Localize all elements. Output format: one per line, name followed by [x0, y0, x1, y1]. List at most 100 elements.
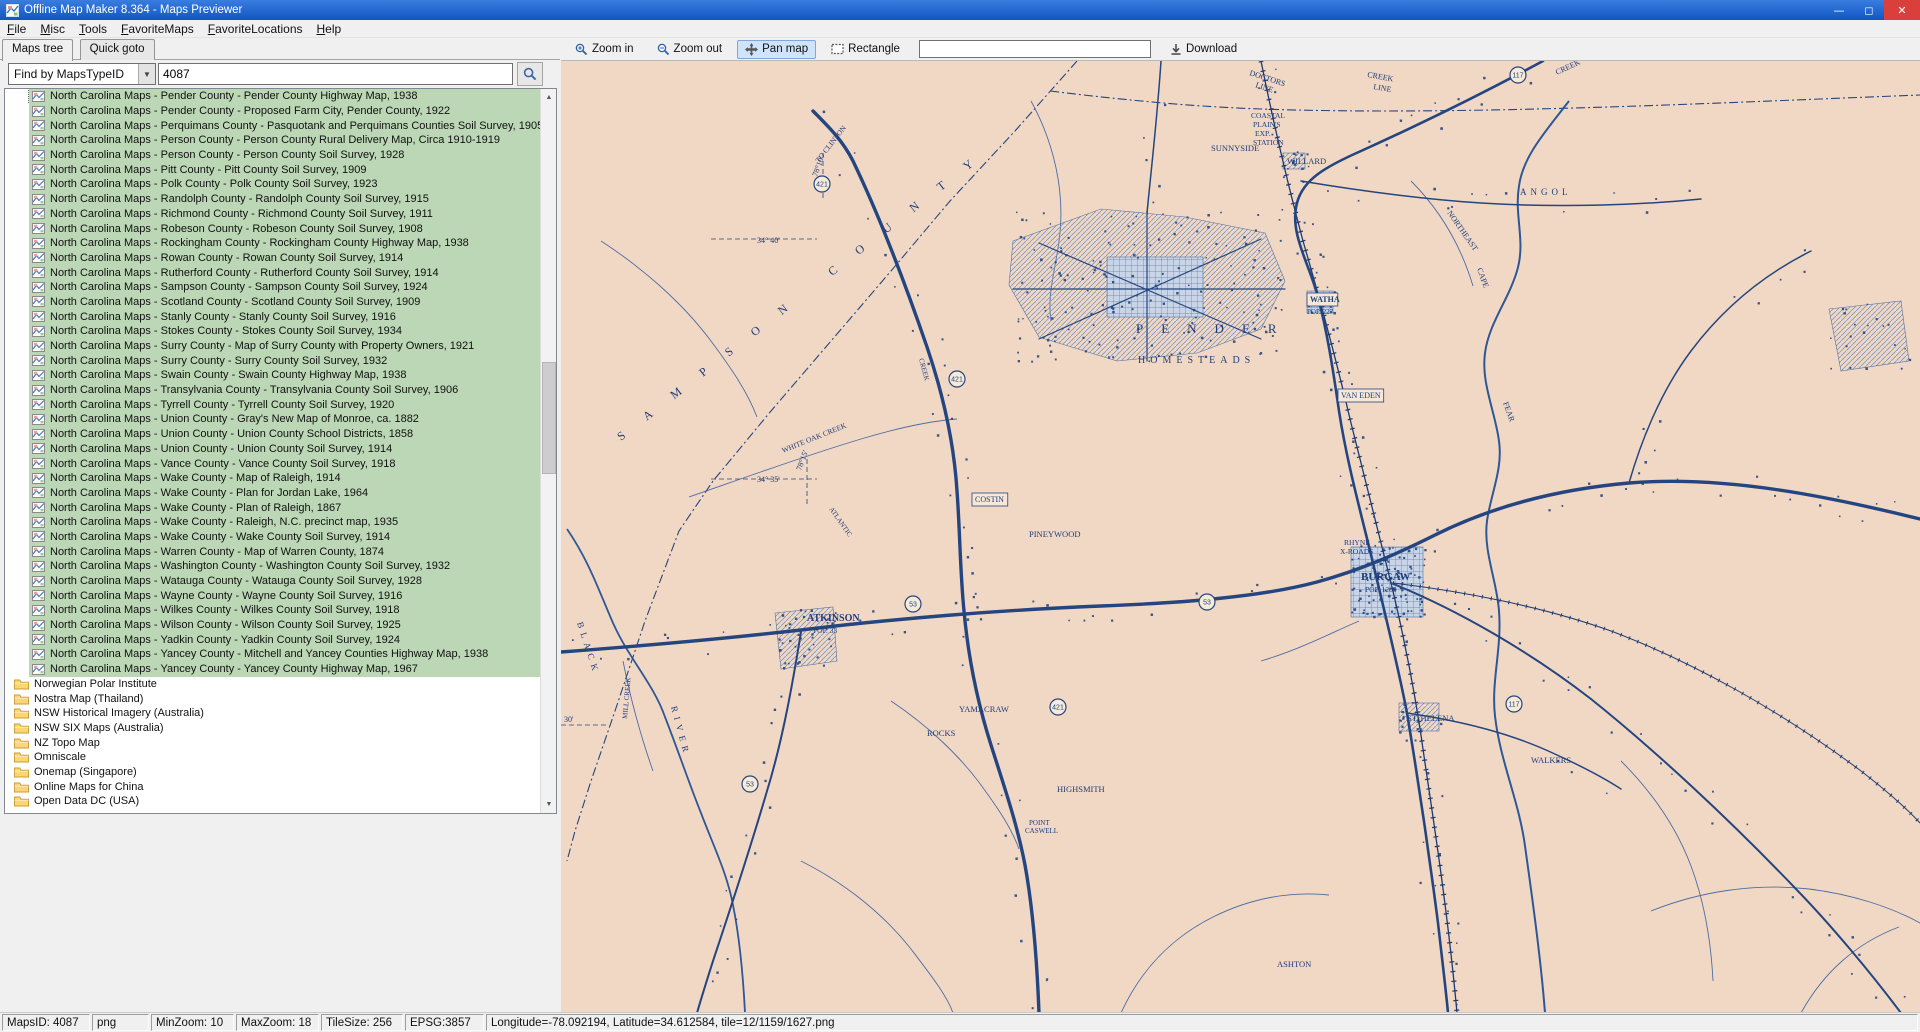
tree-item-map[interactable]: North Carolina Maps - Person County - Pe…: [5, 148, 541, 163]
tree-item-map[interactable]: North Carolina Maps - Union County - Uni…: [5, 427, 541, 442]
tree-item-folder[interactable]: Open Data DC (USA): [5, 794, 541, 809]
tree-item-folder[interactable]: NSW SIX Maps (Australia): [5, 721, 541, 736]
tree-item-map[interactable]: North Carolina Maps - Transylvania Count…: [5, 383, 541, 398]
folder-icon: [14, 707, 29, 719]
tab-quick-goto[interactable]: Quick goto: [80, 39, 155, 60]
menu-item-misc[interactable]: Misc: [33, 21, 72, 37]
maximize-button[interactable]: ◻: [1854, 0, 1884, 20]
search-icon: [523, 67, 537, 81]
tree-item-map[interactable]: North Carolina Maps - Warren County - Ma…: [5, 544, 541, 559]
tree-item-map[interactable]: North Carolina Maps - Surry County - Sur…: [5, 353, 541, 368]
tree-item-folder[interactable]: Nostra Map (Thailand): [5, 691, 541, 706]
tree-item-map[interactable]: North Carolina Maps - Surry County - Map…: [5, 339, 541, 354]
pan-map-button[interactable]: Pan map: [737, 40, 816, 59]
svg-text:PLAIN'S: PLAIN'S: [1253, 120, 1281, 129]
tree-item-folder[interactable]: Onemap (Singapore): [5, 765, 541, 780]
tree-item-map[interactable]: North Carolina Maps - Washington County …: [5, 559, 541, 574]
map-item-icon: [32, 208, 45, 219]
toolbar-path-input[interactable]: [919, 40, 1151, 58]
tree-item-map[interactable]: North Carolina Maps - Robeson County - R…: [5, 221, 541, 236]
tree-item-map[interactable]: North Carolina Maps - Wake County - Wake…: [5, 530, 541, 545]
tree-item-folder[interactable]: Norwegian Polar Institute: [5, 677, 541, 692]
tree-item-folder[interactable]: NSW Historical Imagery (Australia): [5, 706, 541, 721]
find-mode-dropdown[interactable]: Find by MapsTypeID ▼: [8, 63, 156, 85]
search-button[interactable]: [517, 62, 543, 86]
tree-item-map[interactable]: North Carolina Maps - Watauga County - W…: [5, 574, 541, 589]
tree-item-map[interactable]: North Carolina Maps - Wake County - Map …: [5, 471, 541, 486]
tree-item-folder[interactable]: Online Maps for China: [5, 779, 541, 794]
tree-item-label: North Carolina Maps - Watauga County - W…: [50, 575, 422, 587]
folder-icon: [14, 751, 29, 763]
tree-item-label: North Carolina Maps - Wilson County - Wi…: [50, 619, 401, 631]
tree-item-map[interactable]: North Carolina Maps - Rowan County - Row…: [5, 251, 541, 266]
tree-item-map[interactable]: North Carolina Maps - Rockingham County …: [5, 236, 541, 251]
status-segment: MaxZoom: 18: [236, 1014, 319, 1031]
svg-text:421: 421: [951, 377, 963, 384]
tree-item-map[interactable]: North Carolina Maps - Richmond County - …: [5, 207, 541, 222]
menu-item-file[interactable]: File: [0, 21, 33, 37]
tree-item-map[interactable]: North Carolina Maps - Sampson County - S…: [5, 280, 541, 295]
tree-item-folder[interactable]: NZ Topo Map: [5, 735, 541, 750]
svg-text:YAMACRAW: YAMACRAW: [959, 704, 1009, 714]
map-item-icon: [32, 502, 45, 513]
tree-item-map[interactable]: North Carolina Maps - Scotland County - …: [5, 295, 541, 310]
minimize-button[interactable]: —: [1824, 0, 1854, 20]
tree-item-map[interactable]: North Carolina Maps - Pender County - Pe…: [5, 89, 541, 104]
menu-item-help[interactable]: Help: [310, 21, 349, 37]
download-button[interactable]: Download: [1162, 40, 1245, 59]
chevron-down-icon[interactable]: ▼: [138, 64, 155, 84]
tree-item-map[interactable]: North Carolina Maps - Person County - Pe…: [5, 133, 541, 148]
search-input[interactable]: [158, 63, 513, 85]
map-item-icon: [32, 252, 45, 263]
tree-item-label: North Carolina Maps - Union County - Gra…: [50, 413, 419, 425]
tab-maps-tree[interactable]: Maps tree: [2, 39, 73, 61]
map-item-icon: [32, 91, 45, 102]
tree-item-map[interactable]: North Carolina Maps - Vance County - Van…: [5, 456, 541, 471]
tree-item-map[interactable]: North Carolina Maps - Pender County - Pr…: [5, 104, 541, 119]
tree-item-map[interactable]: North Carolina Maps - Randolph County - …: [5, 192, 541, 207]
tree-item-map[interactable]: North Carolina Maps - Wake County - Plan…: [5, 486, 541, 501]
tree-item-map[interactable]: North Carolina Maps - Swain County - Swa…: [5, 368, 541, 383]
menu-bar: FileMiscToolsFavoriteMapsFavoriteLocatio…: [0, 20, 1920, 38]
tree-item-label: North Carolina Maps - Polk County - Polk…: [50, 178, 378, 190]
map-viewport[interactable]: 421421421117117535353 DOCTORSLINECREEKLI…: [561, 60, 1920, 1012]
tree-item-map[interactable]: North Carolina Maps - Wake County - Rale…: [5, 515, 541, 530]
map-image[interactable]: 421421421117117535353 DOCTORSLINECREEKLI…: [561, 61, 1920, 1012]
tree-item-map[interactable]: North Carolina Maps - Wilson County - Wi…: [5, 618, 541, 633]
menu-item-tools[interactable]: Tools: [72, 21, 114, 37]
tree-item-map[interactable]: North Carolina Maps - Yancey County - Mi…: [5, 647, 541, 662]
tree-item-map[interactable]: North Carolina Maps - Perquimans County …: [5, 118, 541, 133]
menu-item-favoritemaps[interactable]: FavoriteMaps: [114, 21, 201, 37]
map-item-icon: [32, 561, 45, 572]
tree-scrollbar[interactable]: ▲ ▼: [540, 89, 556, 813]
tree-item-map[interactable]: North Carolina Maps - Stokes County - St…: [5, 324, 541, 339]
tree-item-folder[interactable]: Omniscale: [5, 750, 541, 765]
menu-item-favoritelocations[interactable]: FavoriteLocations: [201, 21, 310, 37]
tree-item-map[interactable]: North Carolina Maps - Yadkin County - Ya…: [5, 632, 541, 647]
scrollbar-thumb[interactable]: [542, 362, 556, 474]
tree-item-map[interactable]: North Carolina Maps - Stanly County - St…: [5, 309, 541, 324]
svg-text:ATKINSON: ATKINSON: [807, 613, 860, 624]
zoom-out-button[interactable]: Zoom out: [649, 40, 731, 59]
scroll-up-arrow-icon[interactable]: ▲: [541, 89, 557, 106]
tree-item-map[interactable]: North Carolina Maps - Wayne County - Way…: [5, 588, 541, 603]
close-button[interactable]: ✕: [1884, 0, 1920, 20]
tree-item-map[interactable]: North Carolina Maps - Yancey County - Ya…: [5, 662, 541, 677]
tree-item-label: North Carolina Maps - Rockingham County …: [50, 237, 469, 249]
tree-item-map[interactable]: North Carolina Maps - Pitt County - Pitt…: [5, 162, 541, 177]
folder-icon: [14, 795, 29, 807]
scroll-down-arrow-icon[interactable]: ▼: [541, 796, 557, 813]
rectangle-button[interactable]: Rectangle: [823, 40, 908, 58]
tree-item-map[interactable]: North Carolina Maps - Wake County - Plan…: [5, 500, 541, 515]
tree-item-map[interactable]: North Carolina Maps - Polk County - Polk…: [5, 177, 541, 192]
tree-item-label: North Carolina Maps - Robeson County - R…: [50, 223, 423, 235]
map-paper: [561, 61, 1920, 1012]
tree-item-map[interactable]: North Carolina Maps - Rutherford County …: [5, 265, 541, 280]
map-item-icon: [32, 546, 45, 557]
zoom-in-button[interactable]: Zoom in: [567, 40, 642, 59]
tree-item-map[interactable]: North Carolina Maps - Union County - Gra…: [5, 412, 541, 427]
tree-item-map[interactable]: North Carolina Maps - Union County - Uni…: [5, 442, 541, 457]
pan-icon: [745, 43, 758, 56]
tree-item-map[interactable]: North Carolina Maps - Tyrrell County - T…: [5, 397, 541, 412]
tree-item-map[interactable]: North Carolina Maps - Wilkes County - Wi…: [5, 603, 541, 618]
